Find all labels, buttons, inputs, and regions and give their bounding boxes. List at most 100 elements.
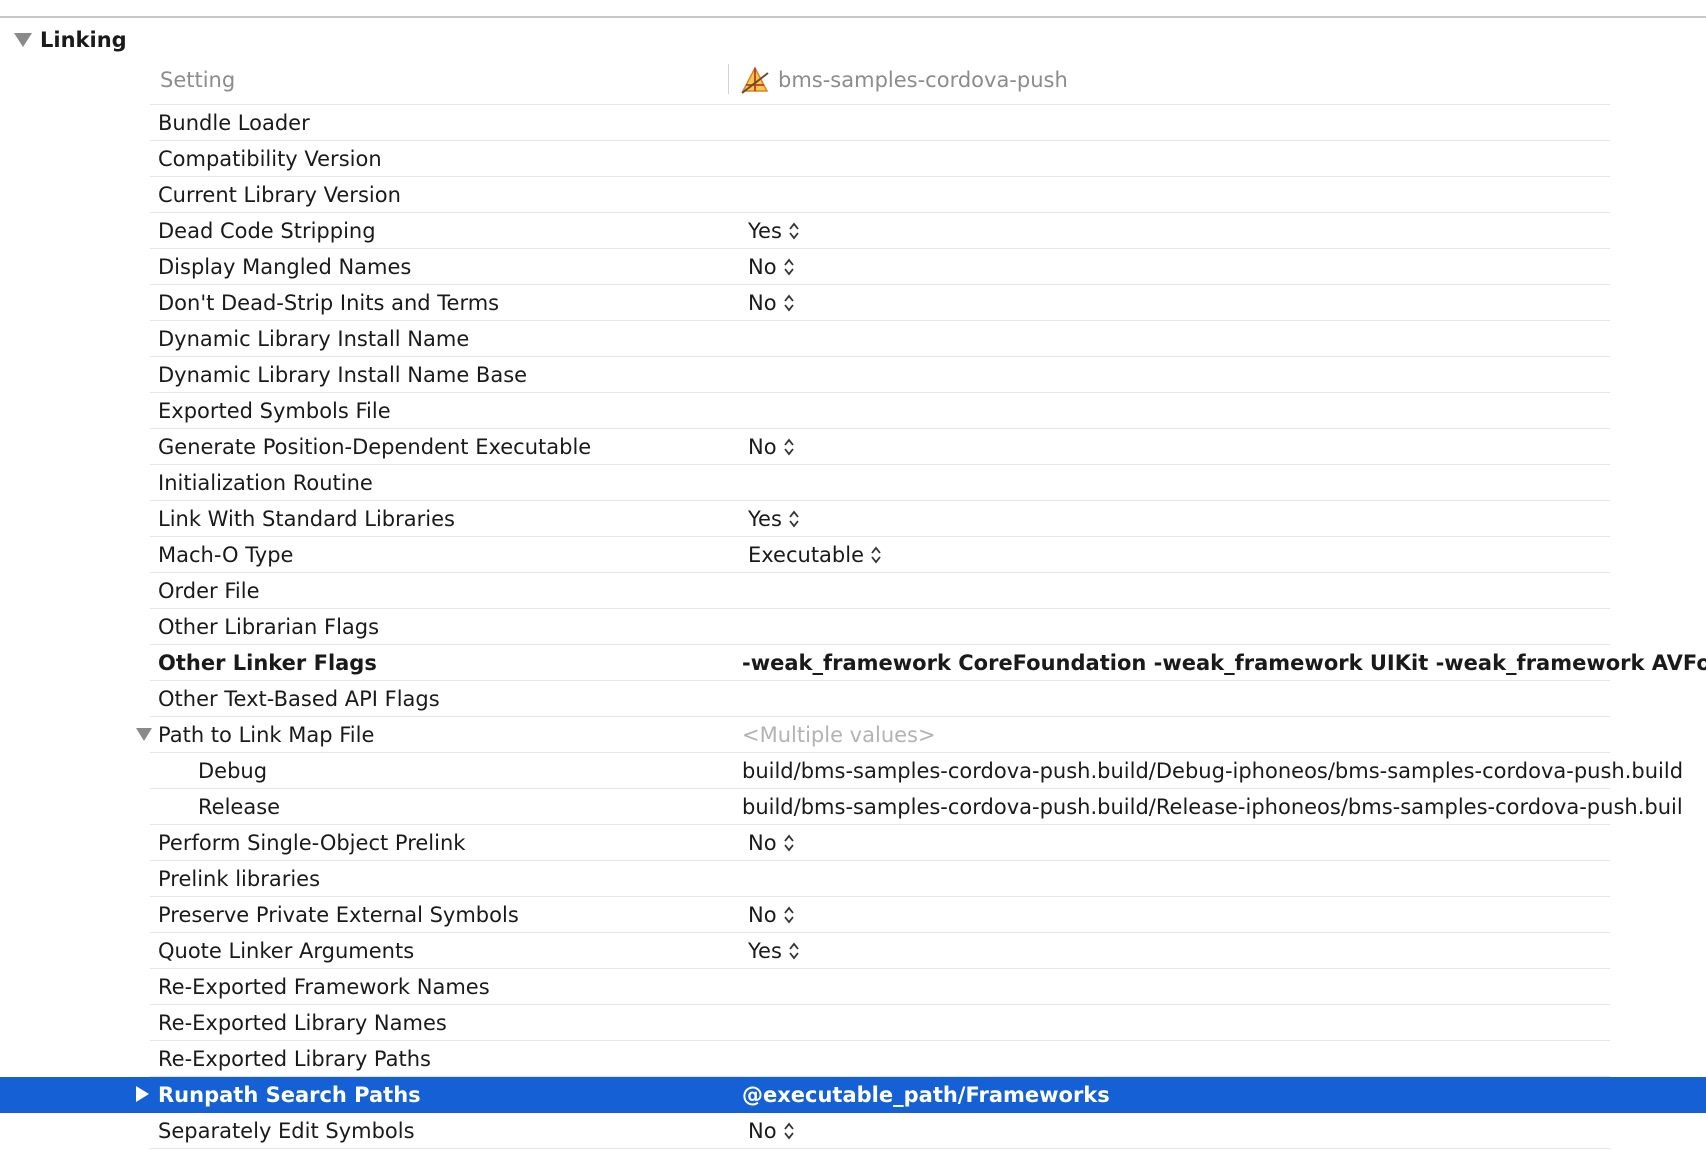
setting-value[interactable]	[742, 1005, 1706, 1041]
popup-chevron-updown-icon	[783, 258, 794, 276]
setting-name: Re-Exported Framework Names	[158, 975, 490, 999]
setting-value[interactable]	[742, 357, 1706, 393]
disclosure-triangle-icon[interactable]	[14, 33, 32, 47]
setting-value[interactable]: -weak_framework CoreFoundation -weak_fra…	[742, 645, 1706, 681]
setting-name: Release	[198, 795, 281, 819]
setting-row-other-librarian-flags[interactable]: Other Librarian Flags	[0, 609, 1706, 645]
setting-name: Display Mangled Names	[158, 255, 412, 279]
popup-value-text: No	[748, 831, 777, 855]
setting-value[interactable]: build/bms-samples-cordova-push.build/Rel…	[742, 789, 1706, 825]
setting-row-perform-single-object-prelink[interactable]: Perform Single-Object Prelink No	[0, 825, 1706, 861]
setting-name: Separately Edit Symbols	[158, 1119, 415, 1143]
target-name: bms-samples-cordova-push	[778, 68, 1068, 92]
popup-value-text: No	[748, 1119, 777, 1143]
setting-value[interactable]: @executable_path/Frameworks	[742, 1077, 1706, 1113]
setting-value[interactable]	[742, 141, 1706, 177]
popup-value-text: Yes	[748, 219, 782, 243]
setting-row-dynamic-library-install-name[interactable]: Dynamic Library Install Name	[0, 321, 1706, 357]
setting-value[interactable]	[742, 105, 1706, 141]
setting-row-dynamic-library-install-name-base[interactable]: Dynamic Library Install Name Base	[0, 357, 1706, 393]
setting-value-popup[interactable]: No	[748, 285, 1706, 321]
setting-row-compatibility-version[interactable]: Compatibility Version	[0, 141, 1706, 177]
setting-row-current-library-version[interactable]: Current Library Version	[0, 177, 1706, 213]
popup-chevron-updown-icon	[789, 510, 799, 528]
setting-row-debug[interactable]: Debug build/bms-samples-cordova-push.buil…	[0, 753, 1706, 789]
setting-row-initialization-routine[interactable]: Initialization Routine	[0, 465, 1706, 501]
setting-name: Dynamic Library Install Name	[158, 327, 470, 351]
popup-value-text: Yes	[748, 939, 782, 963]
setting-value[interactable]: build/bms-samples-cordova-push.build/Deb…	[742, 753, 1706, 789]
setting-value-popup[interactable]: Executable	[748, 537, 1706, 573]
setting-value[interactable]	[742, 681, 1706, 717]
popup-chevron-updown-icon	[783, 438, 794, 456]
setting-value-popup[interactable]: No	[748, 897, 1706, 933]
setting-row-bundle-loader[interactable]: Bundle Loader	[0, 105, 1706, 141]
setting-row-prelink-libraries[interactable]: Prelink libraries	[0, 861, 1706, 897]
setting-value[interactable]: <Multiple values>	[742, 717, 1706, 753]
section-header-linking[interactable]: Linking	[14, 24, 127, 56]
setting-row-preserve-private-external-symbols[interactable]: Preserve Private External Symbols No	[0, 897, 1706, 933]
column-header: Setting bms-samples-cordova-push	[150, 62, 1610, 105]
setting-value[interactable]	[742, 1041, 1706, 1077]
setting-row-re-exported-library-names[interactable]: Re-Exported Library Names	[0, 1005, 1706, 1041]
setting-value[interactable]	[742, 573, 1706, 609]
popup-value-text: Yes	[748, 507, 782, 531]
setting-name: Dead Code Stripping	[158, 219, 376, 243]
popup-chevron-updown-icon	[783, 294, 794, 312]
setting-name: Initialization Routine	[158, 471, 373, 495]
popup-chevron-updown-icon	[783, 1122, 794, 1140]
section-title: Linking	[40, 28, 127, 52]
setting-name: Perform Single-Object Prelink	[158, 831, 466, 855]
setting-row-order-file[interactable]: Order File	[0, 573, 1706, 609]
setting-value[interactable]	[742, 393, 1706, 429]
setting-name: Other Linker Flags	[158, 651, 377, 675]
setting-value[interactable]	[742, 609, 1706, 645]
setting-row-other-linker-flags[interactable]: Other Linker Flags -weak_framework CoreFo…	[0, 645, 1706, 681]
setting-name: Exported Symbols File	[158, 399, 391, 423]
setting-row-re-exported-library-paths[interactable]: Re-Exported Library Paths	[0, 1041, 1706, 1077]
setting-name: Order File	[158, 579, 260, 603]
setting-row-quote-linker-arguments[interactable]: Quote Linker Arguments Yes	[0, 933, 1706, 969]
setting-row-dead-code-stripping[interactable]: Dead Code Stripping Yes	[0, 213, 1706, 249]
setting-value-popup[interactable]: No	[748, 1113, 1706, 1149]
setting-name: Debug	[198, 759, 268, 783]
setting-row-generate-position-dependent-executable[interactable]: Generate Position-Dependent Executable No	[0, 429, 1706, 465]
setting-row-re-exported-framework-names[interactable]: Re-Exported Framework Names	[0, 969, 1706, 1005]
disclosure-right-icon[interactable]	[136, 1086, 149, 1102]
popup-value-text: No	[748, 903, 777, 927]
setting-row-path-to-link-map-file[interactable]: Path to Link Map File <Multiple values>	[0, 717, 1706, 753]
setting-value[interactable]	[742, 321, 1706, 357]
column-divider[interactable]	[728, 64, 729, 94]
setting-row-release[interactable]: Release build/bms-samples-cordova-push.bu…	[0, 789, 1706, 825]
setting-value-popup[interactable]: Yes	[748, 933, 1706, 969]
setting-row-mach-o-type[interactable]: Mach-O Type Executable	[0, 537, 1706, 573]
setting-value-popup[interactable]: Yes	[748, 213, 1706, 249]
setting-value-popup[interactable]: No	[748, 429, 1706, 465]
setting-name: Compatibility Version	[158, 147, 382, 171]
setting-row-display-mangled-names[interactable]: Display Mangled Names No	[0, 249, 1706, 285]
setting-row-separately-edit-symbols[interactable]: Separately Edit Symbols No	[0, 1113, 1706, 1149]
setting-row-other-text-based-api-flags[interactable]: Other Text-Based API Flags	[0, 681, 1706, 717]
setting-row-don-t-dead-strip-inits-and-terms[interactable]: Don't Dead-Strip Inits and Terms No	[0, 285, 1706, 321]
setting-name: Re-Exported Library Names	[158, 1011, 447, 1035]
setting-name: Link With Standard Libraries	[158, 507, 455, 531]
setting-name: Generate Position-Dependent Executable	[158, 435, 592, 459]
popup-chevron-updown-icon	[783, 834, 794, 852]
popup-chevron-updown-icon	[789, 222, 799, 240]
popup-chevron-updown-icon	[783, 906, 794, 924]
setting-value[interactable]	[742, 465, 1706, 501]
setting-name: Other Text-Based API Flags	[158, 687, 440, 711]
setting-name: Other Librarian Flags	[158, 615, 380, 639]
target-column-header[interactable]: bms-samples-cordova-push	[740, 64, 1068, 96]
setting-row-link-with-standard-libraries[interactable]: Link With Standard Libraries Yes	[0, 501, 1706, 537]
setting-value[interactable]	[742, 177, 1706, 213]
setting-row-runpath-search-paths[interactable]: Runpath Search Paths @executable_path/Fra…	[0, 1077, 1706, 1113]
setting-name: Preserve Private External Symbols	[158, 903, 519, 927]
setting-value[interactable]	[742, 969, 1706, 1005]
setting-value[interactable]	[742, 861, 1706, 897]
setting-row-exported-symbols-file[interactable]: Exported Symbols File	[0, 393, 1706, 429]
disclosure-down-icon[interactable]	[136, 728, 152, 741]
setting-value-popup[interactable]: No	[748, 825, 1706, 861]
setting-value-popup[interactable]: No	[748, 249, 1706, 285]
setting-value-popup[interactable]: Yes	[748, 501, 1706, 537]
